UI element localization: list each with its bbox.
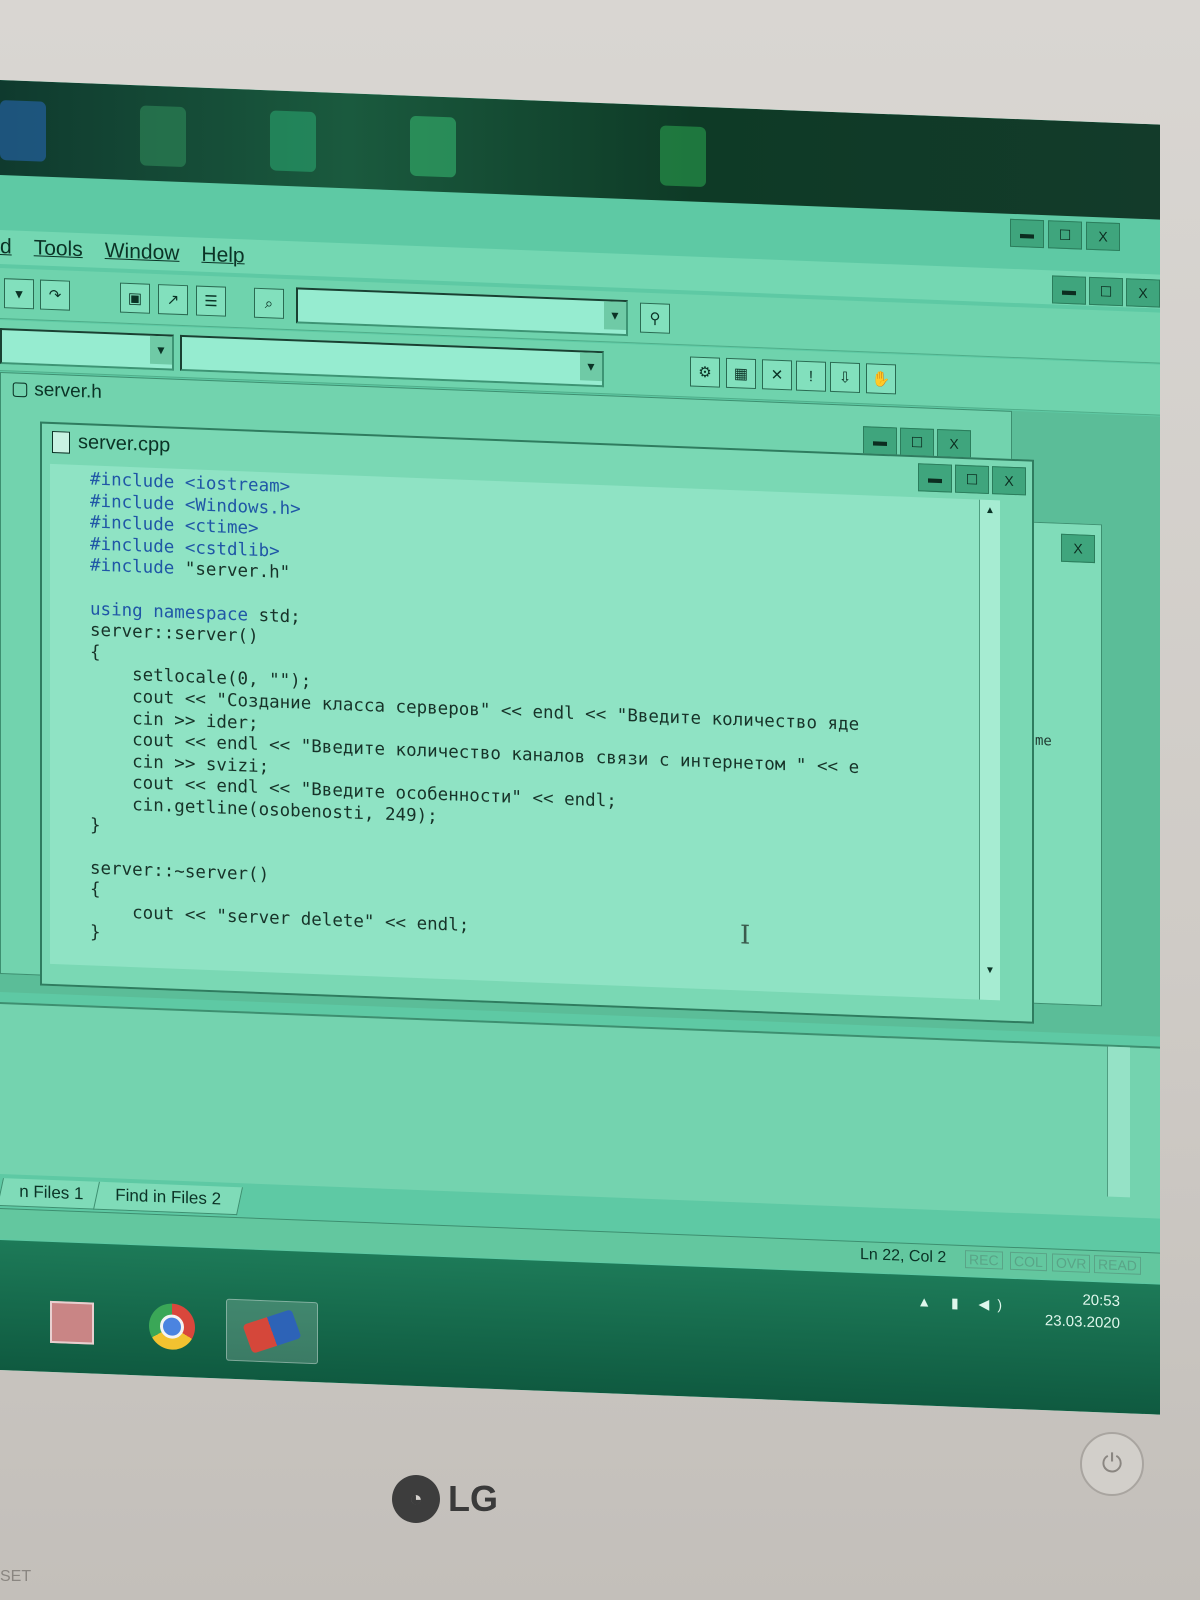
find-combo[interactable]: ▼ xyxy=(296,287,628,337)
tray-clock[interactable]: 20:53 23.03.2020 xyxy=(1045,1288,1120,1335)
mdi-window-controls: ▬ ☐ X xyxy=(1052,275,1160,308)
close-button[interactable]: X xyxy=(1086,221,1120,252)
status-indicator-col: COL xyxy=(1010,1251,1047,1272)
minimize-button[interactable]: ▬ xyxy=(1052,275,1086,305)
menu-item-window[interactable]: Window xyxy=(105,239,180,266)
source-code[interactable]: #include <iostream> #include <Windows.h> #… xyxy=(90,469,859,974)
vertical-scrollbar[interactable] xyxy=(1107,1046,1130,1198)
code-editor[interactable]: #include <iostream> #include <Windows.h> #… xyxy=(50,463,1000,1001)
cursor-position: Ln 22, Col 2 xyxy=(860,1246,947,1267)
maximize-button[interactable]: ☐ xyxy=(955,464,989,494)
compile-icon[interactable]: ⚙ xyxy=(690,356,720,388)
vertical-scrollbar[interactable]: ▲ ▼ xyxy=(979,499,1000,1001)
find-in-files-icon[interactable]: ⌕ xyxy=(254,287,284,319)
minimize-button[interactable]: ▬ xyxy=(918,463,952,493)
ide-icon xyxy=(242,1309,302,1354)
desktop-icon[interactable] xyxy=(660,125,706,188)
desktop-icon[interactable] xyxy=(0,100,46,162)
code-text: } xyxy=(90,922,101,944)
maximize-button[interactable]: ☐ xyxy=(900,427,934,457)
code-text: std; xyxy=(258,605,301,628)
text-cursor-icon: I xyxy=(740,920,751,951)
breakpoint-icon[interactable]: ✋ xyxy=(866,363,896,395)
clock-date: 23.03.2020 xyxy=(1044,1312,1120,1333)
status-indicator-ovr: OVR xyxy=(1052,1253,1091,1273)
taskbar-ide-button[interactable] xyxy=(226,1298,318,1365)
close-button[interactable]: X xyxy=(1061,533,1095,564)
window-title: server.cpp xyxy=(52,430,170,458)
window-list-icon[interactable]: ☰ xyxy=(196,285,226,317)
close-button[interactable]: X xyxy=(992,466,1026,496)
taskbar-paint-button[interactable] xyxy=(36,1291,108,1354)
chrome-icon xyxy=(149,1302,195,1351)
tab-find-in-files-2[interactable]: Find in Files 2 xyxy=(93,1181,244,1216)
screen: ▬ ☐ X d Tools Window Help ▬ ☐ X ▾ ↷ ▣ ↗ … xyxy=(0,80,1160,1415)
scroll-down-icon[interactable]: ▼ xyxy=(982,962,998,979)
chevron-down-icon[interactable]: ▼ xyxy=(150,335,172,365)
document-icon xyxy=(52,430,70,454)
code-keyword: #include xyxy=(90,555,185,580)
stop-build-icon[interactable]: ✕ xyxy=(762,359,792,391)
mdi-client-area: ▢ server.h ▬ ☐ X ◀ X me server.cpp ▬ ☐ X xyxy=(0,372,1160,1037)
code-fragment: me xyxy=(1035,732,1052,750)
code-text: { xyxy=(90,642,101,663)
lg-logo-icon: ◔ xyxy=(392,1475,440,1523)
status-indicator-read: READ xyxy=(1094,1255,1141,1275)
minimize-button[interactable]: ▬ xyxy=(1010,218,1044,249)
dropdown-arrow-icon[interactable]: ▾ xyxy=(4,278,34,310)
tray-icons[interactable]: ▲ ▮ ◀) xyxy=(917,1293,1010,1314)
minimize-button[interactable]: ▬ xyxy=(863,426,897,456)
desktop-icon[interactable] xyxy=(410,115,456,178)
build-icon[interactable]: ▦ xyxy=(726,357,756,390)
menu-item-help[interactable]: Help xyxy=(201,243,244,269)
desktop-icon[interactable] xyxy=(270,110,316,173)
close-button[interactable]: X xyxy=(1126,278,1160,308)
close-button[interactable]: X xyxy=(937,428,971,459)
power-button[interactable]: ⏻ xyxy=(1080,1432,1144,1496)
bezel-label: SET xyxy=(0,1568,32,1585)
workspace-icon[interactable]: ▣ xyxy=(120,282,150,314)
go-icon[interactable]: ⇩ xyxy=(830,361,860,394)
clock-time: 20:53 xyxy=(1082,1291,1120,1311)
taskbar-chrome-button[interactable] xyxy=(136,1295,208,1358)
code-text: "server.h" xyxy=(184,559,291,584)
redo-icon[interactable]: ↷ xyxy=(40,279,70,311)
code-text: { xyxy=(90,879,101,901)
maximize-button[interactable]: ☐ xyxy=(1048,220,1082,250)
output-icon[interactable]: ↗ xyxy=(158,284,188,316)
menu-item-tools[interactable]: Tools xyxy=(34,236,83,262)
paint-icon xyxy=(50,1300,94,1345)
status-indicator-rec: REC xyxy=(965,1250,1003,1270)
tab-find-in-files-1[interactable]: n Files 1 xyxy=(0,1178,106,1210)
window-controls: ▬ ☐ X xyxy=(918,463,1026,496)
binoculars-icon[interactable]: ⚲ xyxy=(640,302,670,334)
app-window-controls: ▬ ☐ X xyxy=(1010,218,1120,252)
monitor-logo: ◔ LG xyxy=(392,1475,498,1523)
scroll-up-icon[interactable]: ▲ xyxy=(982,502,998,519)
execute-icon[interactable]: ! xyxy=(796,360,826,392)
desktop-icon[interactable] xyxy=(140,105,186,168)
menu-item-build[interactable]: d xyxy=(0,235,12,259)
chevron-down-icon[interactable]: ▼ xyxy=(604,301,626,331)
chevron-down-icon[interactable]: ▼ xyxy=(580,352,602,382)
member-combo[interactable]: ▼ xyxy=(180,334,604,388)
maximize-button[interactable]: ☐ xyxy=(1089,276,1123,307)
window-title: ▢ server.h xyxy=(11,378,102,403)
config-combo[interactable]: ▼ xyxy=(0,328,174,371)
code-text: } xyxy=(90,814,101,836)
server-cpp-window[interactable]: server.cpp ▬ ☐ X #include <iostream> #inc… xyxy=(40,421,1034,1024)
secondary-document-window[interactable]: X me xyxy=(1030,521,1102,1007)
